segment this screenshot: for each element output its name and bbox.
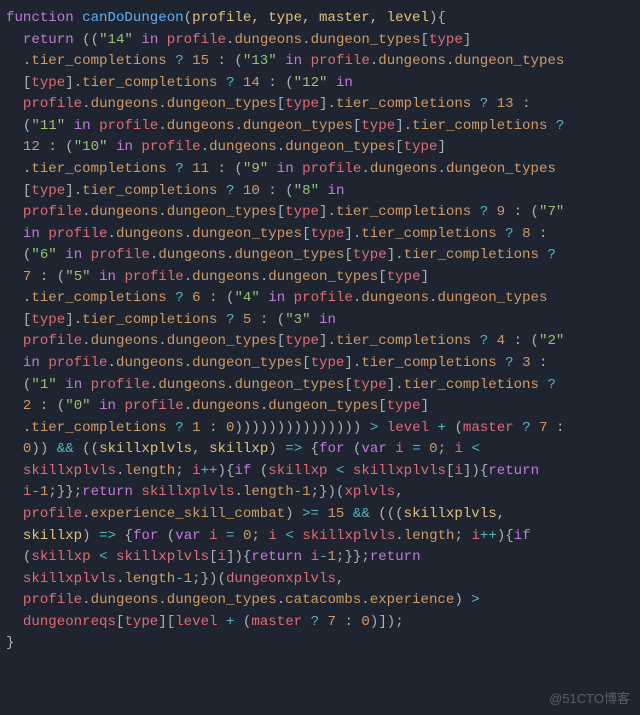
code-block: function canDoDungeon(profile, type, mas… [0,0,640,663]
kw-function: function [6,10,74,26]
fn-name: canDoDungeon [82,10,184,26]
watermark: @51CTO博客 [549,688,630,707]
